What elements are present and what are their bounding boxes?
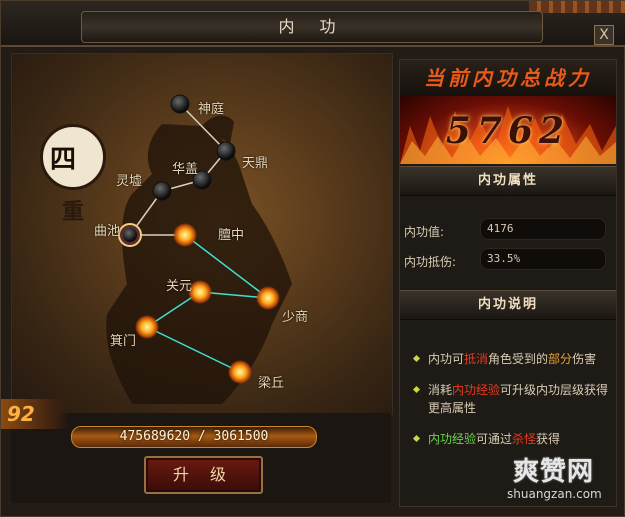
label-quchi: 曲池 — [94, 224, 121, 239]
rank-suffix: 重 — [62, 199, 85, 225]
label-shenting: 神庭 — [198, 102, 225, 117]
attributes-title: 内功属性 — [477, 173, 538, 188]
attr-dishang-value: 33.5% — [487, 252, 521, 265]
neigong-window: 内 功 X 四 重 神庭 天鼎 华盖 灵墟 曲池 膻中 关元 少商 箕门 梁丘 … — [0, 0, 625, 517]
watermark-logo: 爽赞网 — [513, 457, 595, 487]
node-jimen[interactable] — [135, 315, 159, 339]
desc-segment: 角色受到的 — [488, 352, 549, 366]
watermark: 爽赞网 shuangzan.com — [501, 451, 621, 511]
node-lingxu[interactable] — [152, 181, 172, 201]
desc-segment: 消耗 — [428, 383, 453, 397]
desc-segment: 抵消 — [464, 352, 489, 366]
experience-bar: 475689620 / 3061500 — [71, 426, 317, 448]
attr-neigong-value: 4176 — [487, 222, 514, 235]
watermark-url: shuangzan.com — [507, 487, 602, 501]
node-shenting[interactable] — [170, 94, 190, 114]
node-tianding[interactable] — [216, 141, 236, 161]
label-liangqiu: 梁丘 — [258, 376, 285, 391]
desc-line-2-text: 消耗内功经验可升级内功层级获得更高属性 — [414, 381, 610, 417]
title-plate: 内 功 — [81, 11, 543, 43]
attr-dishang-box: 33.5% — [480, 248, 606, 270]
desc-line-3-text: 内功经验可通过杀怪获得 — [414, 430, 610, 448]
description-header: 内功说明 — [400, 290, 616, 320]
desc-segment: 内功可 — [428, 352, 465, 366]
upgrade-label: 升 级 — [172, 465, 235, 484]
upgrade-button[interactable]: 升 级 — [144, 456, 263, 494]
node-shaoshang[interactable] — [256, 286, 280, 310]
attr-dishang-label: 内功抵伤: — [404, 255, 457, 269]
window-title: 内 功 — [278, 17, 346, 36]
label-shaoshang: 少商 — [282, 310, 309, 325]
desc-segment: 可通过 — [476, 432, 513, 446]
label-jimen: 箕门 — [110, 334, 137, 349]
node-liangqiu[interactable] — [228, 360, 252, 384]
desc-segment: 部分 — [548, 352, 573, 366]
desc-segment: 内功经验 — [452, 383, 501, 397]
desc-segment: 杀怪 — [512, 432, 537, 446]
attr-neigong-box: 4176 — [480, 218, 606, 240]
label-huagai: 华盖 — [172, 162, 199, 177]
description-line-2: 消耗内功经验可升级内功层级获得更高属性 — [412, 381, 610, 417]
node-quchi-core — [123, 228, 137, 242]
attr-neigong-label: 内功值: — [404, 225, 445, 239]
power-value: 5762 — [445, 110, 571, 152]
title-bar: 内 功 X — [1, 1, 625, 47]
info-panel: 当前内功总战力 5762 内功属性 内功值: 4176 内功抵伤: 33.5% … — [399, 59, 617, 507]
description-line-1: 内功可抵消角色受到的部分伤害 — [412, 350, 610, 368]
meridian-panel: 四 重 神庭 天鼎 华盖 灵墟 曲池 膻中 关元 少商 箕门 梁丘 — [11, 53, 393, 415]
label-guanyuan: 关元 — [166, 279, 193, 294]
label-danzhong: 膻中 — [218, 228, 245, 243]
power-title: 当前内功总战力 — [424, 66, 592, 90]
active-links — [146, 234, 269, 373]
experience-text: 475689620 / 3061500 — [119, 429, 269, 444]
desc-line-1-text: 内功可抵消角色受到的部分伤害 — [414, 350, 610, 368]
attributes-header: 内功属性 — [400, 166, 616, 196]
desc-segment: 内功经验 — [428, 432, 477, 446]
close-button[interactable]: X — [594, 25, 614, 45]
label-tianding: 天鼎 — [242, 156, 269, 171]
desc-segment: 伤害 — [572, 352, 597, 366]
top-ornament — [529, 1, 625, 13]
side-number: 92 — [1, 399, 69, 429]
description-line-3: 内功经验可通过杀怪获得 — [412, 430, 610, 448]
desc-segment: 获得 — [536, 432, 561, 446]
node-danzhong[interactable] — [173, 223, 197, 247]
description-title: 内功说明 — [477, 297, 538, 312]
power-header: 当前内功总战力 — [400, 60, 616, 96]
label-lingxu: 灵墟 — [116, 174, 143, 189]
rank-number: 四 — [50, 145, 77, 175]
power-fire-panel: 5762 — [400, 96, 616, 164]
